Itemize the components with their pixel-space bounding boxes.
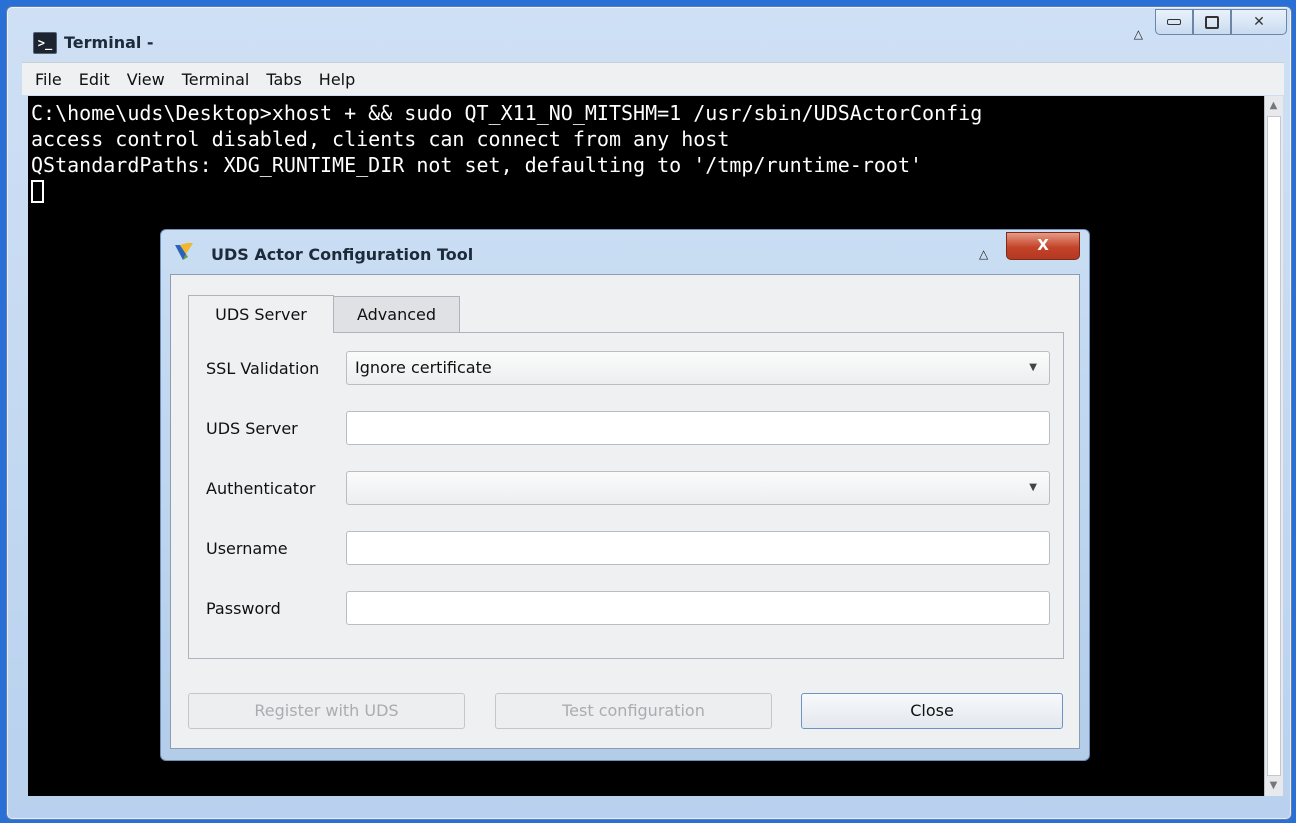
- maximize-icon: [1205, 15, 1219, 29]
- chevron-down-icon: ▼: [1029, 362, 1037, 373]
- dialog-title: UDS Actor Configuration Tool: [211, 245, 474, 264]
- terminal-cursor: [31, 180, 44, 203]
- minimize-button[interactable]: [1155, 9, 1193, 35]
- maximize-button[interactable]: [1193, 9, 1231, 35]
- menu-terminal[interactable]: Terminal: [182, 70, 250, 89]
- menu-view[interactable]: View: [127, 70, 165, 89]
- terminal-menubar: File Edit View Terminal Tabs Help: [22, 62, 1284, 95]
- minimize-icon: [1167, 19, 1181, 25]
- terminal-titlebar[interactable]: >_ Terminal - △ ✕: [7, 7, 1291, 65]
- ssl-validation-label: SSL Validation: [206, 359, 320, 378]
- dialog-close-icon: X: [1037, 236, 1049, 254]
- terminal-title: Terminal -: [64, 33, 154, 52]
- terminal-line: C:\home\uds\Desktop>xhost + && sudo QT_X…: [31, 101, 983, 125]
- password-label: Password: [206, 599, 281, 618]
- tab-uds-server[interactable]: UDS Server: [188, 295, 334, 333]
- close-button[interactable]: Close: [801, 693, 1063, 729]
- terminal-line: access control disabled, clients can con…: [31, 127, 730, 151]
- dialog-body: UDS Server Advanced SSL Validation Ignor…: [170, 274, 1080, 749]
- scrollbar-thumb[interactable]: [1267, 116, 1281, 776]
- ssl-validation-select[interactable]: Ignore certificate ▼: [346, 351, 1050, 385]
- close-button[interactable]: ✕: [1231, 9, 1287, 35]
- ssl-validation-value: Ignore certificate: [355, 358, 492, 377]
- uds-server-input[interactable]: [346, 411, 1050, 445]
- uds-logo-icon: [175, 243, 193, 260]
- password-input[interactable]: [346, 591, 1050, 625]
- register-with-uds-button[interactable]: Register with UDS: [188, 693, 465, 729]
- terminal-line: QStandardPaths: XDG_RUNTIME_DIR not set,…: [31, 153, 923, 177]
- dialog-shade-icon[interactable]: △: [979, 247, 988, 261]
- menu-tabs[interactable]: Tabs: [266, 70, 301, 89]
- uds-config-dialog: UDS Actor Configuration Tool △ X UDS Ser…: [160, 229, 1090, 761]
- test-configuration-button[interactable]: Test configuration: [495, 693, 772, 729]
- terminal-icon: >_: [33, 32, 57, 54]
- chevron-down-icon: ▼: [1029, 482, 1037, 493]
- shade-icon[interactable]: △: [1134, 27, 1143, 41]
- menu-file[interactable]: File: [35, 70, 62, 89]
- authenticator-label: Authenticator: [206, 479, 316, 498]
- window-controls: △ ✕: [1134, 9, 1287, 41]
- scroll-down-icon[interactable]: ▼: [1267, 779, 1280, 792]
- dialog-close-button[interactable]: X: [1006, 232, 1080, 260]
- tab-advanced[interactable]: Advanced: [333, 296, 460, 332]
- username-label: Username: [206, 539, 288, 558]
- tab-panel-uds-server: SSL Validation Ignore certificate ▼ UDS …: [188, 332, 1064, 659]
- menu-edit[interactable]: Edit: [79, 70, 110, 89]
- authenticator-select[interactable]: ▼: [346, 471, 1050, 505]
- username-input[interactable]: [346, 531, 1050, 565]
- uds-server-label: UDS Server: [206, 419, 298, 438]
- close-icon: ✕: [1253, 14, 1265, 30]
- terminal-text: C:\home\uds\Desktop>xhost + && sudo QT_X…: [31, 100, 982, 178]
- menu-help[interactable]: Help: [319, 70, 355, 89]
- scroll-up-icon[interactable]: ▲: [1267, 99, 1280, 112]
- terminal-scrollbar[interactable]: ▲ ▼: [1264, 96, 1283, 796]
